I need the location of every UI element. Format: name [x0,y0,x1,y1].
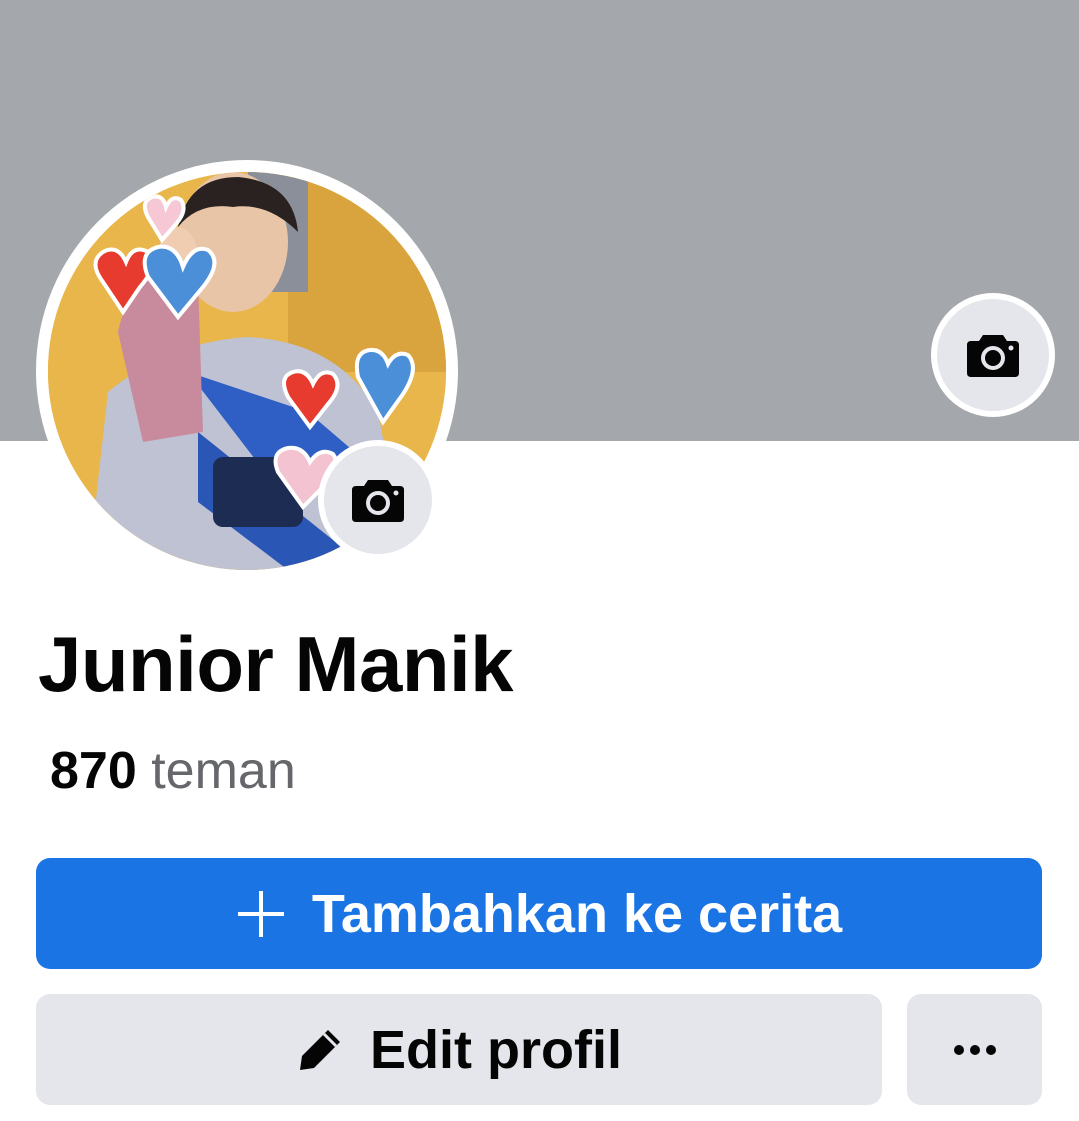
plus-icon [237,890,284,937]
camera-icon [352,480,404,522]
friends-count-number: 870 [50,742,137,800]
add-to-story-button[interactable]: Tambahkan ke cerita [36,858,1042,969]
edit-profile-button[interactable]: Edit profil [36,994,882,1105]
friends-count[interactable]: 870 teman [50,740,296,802]
friends-count-label: teman [151,742,296,800]
more-icon [953,1044,996,1055]
profile-picture-camera-button[interactable] [318,440,438,560]
camera-icon [967,335,1019,377]
add-to-story-label: Tambahkan ke cerita [311,883,843,944]
more-options-button[interactable] [907,994,1042,1105]
profile-name: Junior Manik [38,620,514,708]
edit-profile-label: Edit profil [370,1019,622,1080]
pencil-icon [300,1029,341,1070]
cover-photo-camera-button[interactable] [931,293,1055,417]
